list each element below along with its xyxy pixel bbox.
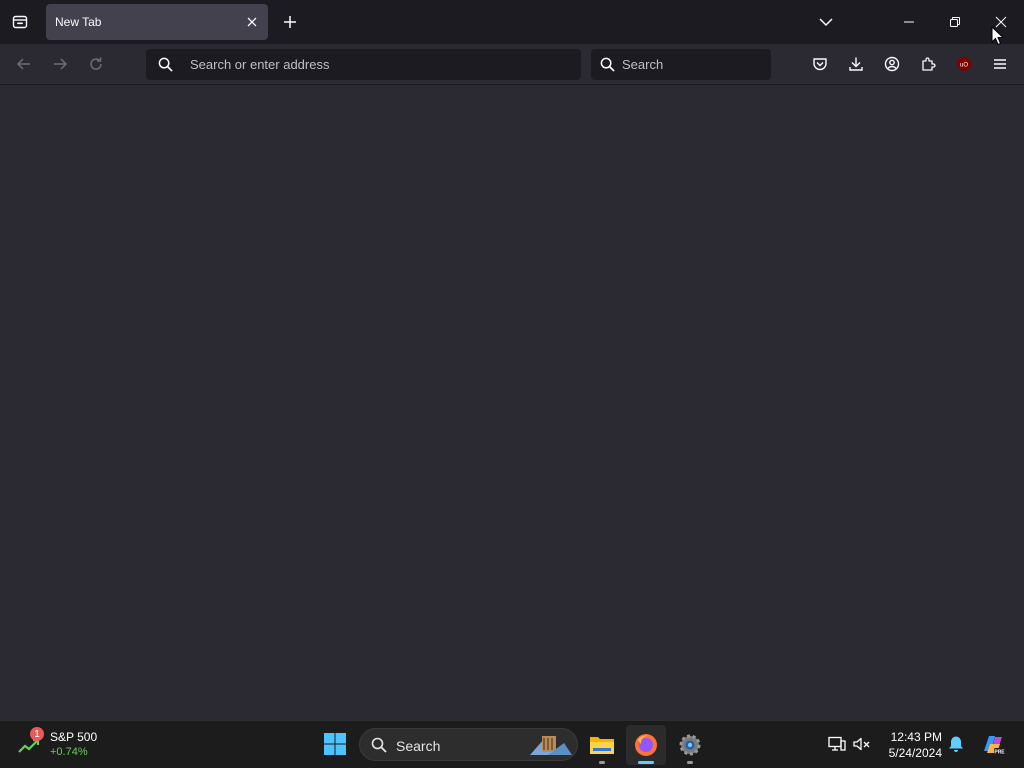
ublock-origin-icon: uO xyxy=(957,57,971,71)
tray-network-button[interactable] xyxy=(826,733,848,755)
puzzle-icon xyxy=(922,57,936,71)
taskbar: 1 S&P 500 +0.74% Search 12:43 PM 5/24/20… xyxy=(0,720,1024,768)
notifications-button[interactable] xyxy=(945,733,967,755)
taskbar-clock[interactable]: 12:43 PM 5/24/2024 xyxy=(876,729,942,761)
tab-close-button[interactable] xyxy=(242,12,262,32)
copilot-button[interactable]: PRE xyxy=(980,731,1006,757)
tab-new-tab[interactable]: New Tab xyxy=(46,4,268,40)
search-highlight-illustration xyxy=(530,736,572,755)
plus-icon xyxy=(284,16,296,28)
tab-title: New Tab xyxy=(55,15,102,29)
restore-button[interactable] xyxy=(932,0,978,44)
restore-icon xyxy=(950,17,960,27)
firefox-view-button[interactable] xyxy=(6,8,34,36)
folder-icon xyxy=(590,737,614,754)
bell-icon xyxy=(949,736,963,752)
search-icon xyxy=(600,57,615,72)
arrow-left-icon xyxy=(16,58,30,70)
mouse-cursor-icon xyxy=(991,26,1005,46)
list-all-tabs-button[interactable] xyxy=(812,8,840,36)
downloads-button[interactable] xyxy=(842,50,870,78)
reload-icon xyxy=(90,57,102,70)
minimize-button[interactable] xyxy=(886,0,932,44)
minimize-icon xyxy=(904,21,914,23)
taskbar-search-label: Search xyxy=(396,738,441,754)
settings-gear-icon xyxy=(679,734,701,756)
search-input[interactable] xyxy=(622,49,762,80)
search-bar[interactable] xyxy=(591,49,771,80)
search-icon xyxy=(371,737,387,753)
svg-text:uO: uO xyxy=(960,63,968,69)
clock-time: 12:43 PM xyxy=(890,730,942,744)
stock-widget[interactable]: 1 S&P 500 +0.74% xyxy=(18,727,138,763)
start-button[interactable] xyxy=(320,729,350,759)
tab-strip: New Tab xyxy=(0,0,1024,44)
navigation-toolbar: uO xyxy=(0,44,1024,85)
taskbar-app-settings[interactable] xyxy=(670,725,710,765)
running-indicator xyxy=(687,761,693,764)
search-icon xyxy=(158,57,173,72)
forward-button[interactable] xyxy=(46,50,74,78)
pocket-button[interactable] xyxy=(806,50,834,78)
menu-button[interactable] xyxy=(986,50,1014,78)
address-input[interactable] xyxy=(190,49,570,80)
chevron-down-icon xyxy=(819,18,833,27)
svg-text:PRE: PRE xyxy=(994,750,1005,756)
arrow-right-icon xyxy=(54,58,68,70)
notification-badge: 1 xyxy=(30,727,44,741)
extensions-button[interactable] xyxy=(914,50,942,78)
running-indicator xyxy=(599,761,605,764)
account-icon xyxy=(884,56,900,72)
ublock-origin-button[interactable]: uO xyxy=(950,50,978,78)
clock-date: 5/24/2024 xyxy=(888,746,942,760)
back-button[interactable] xyxy=(10,50,38,78)
close-icon xyxy=(247,17,257,27)
taskbar-app-file-explorer[interactable] xyxy=(582,725,622,765)
taskbar-app-firefox[interactable] xyxy=(626,725,666,765)
volume-muted-icon xyxy=(853,737,870,751)
windows-logo-icon xyxy=(324,733,346,755)
firefox-view-icon xyxy=(12,15,28,29)
pocket-icon xyxy=(813,58,827,71)
account-button[interactable] xyxy=(878,50,906,78)
firefox-icon xyxy=(635,734,657,756)
copilot-icon: PRE xyxy=(984,736,1005,756)
new-tab-button[interactable] xyxy=(276,8,304,36)
active-indicator xyxy=(638,761,654,764)
network-icon xyxy=(828,736,846,751)
stock-change: +0.74% xyxy=(50,746,88,758)
address-bar[interactable] xyxy=(146,49,581,80)
hamburger-menu-icon xyxy=(994,59,1006,69)
stock-name: S&P 500 xyxy=(50,730,98,744)
reload-button[interactable] xyxy=(82,50,110,78)
download-icon xyxy=(849,57,863,71)
page-content xyxy=(0,85,1024,720)
taskbar-search[interactable]: Search xyxy=(359,728,578,761)
tray-volume-button[interactable] xyxy=(851,733,873,755)
